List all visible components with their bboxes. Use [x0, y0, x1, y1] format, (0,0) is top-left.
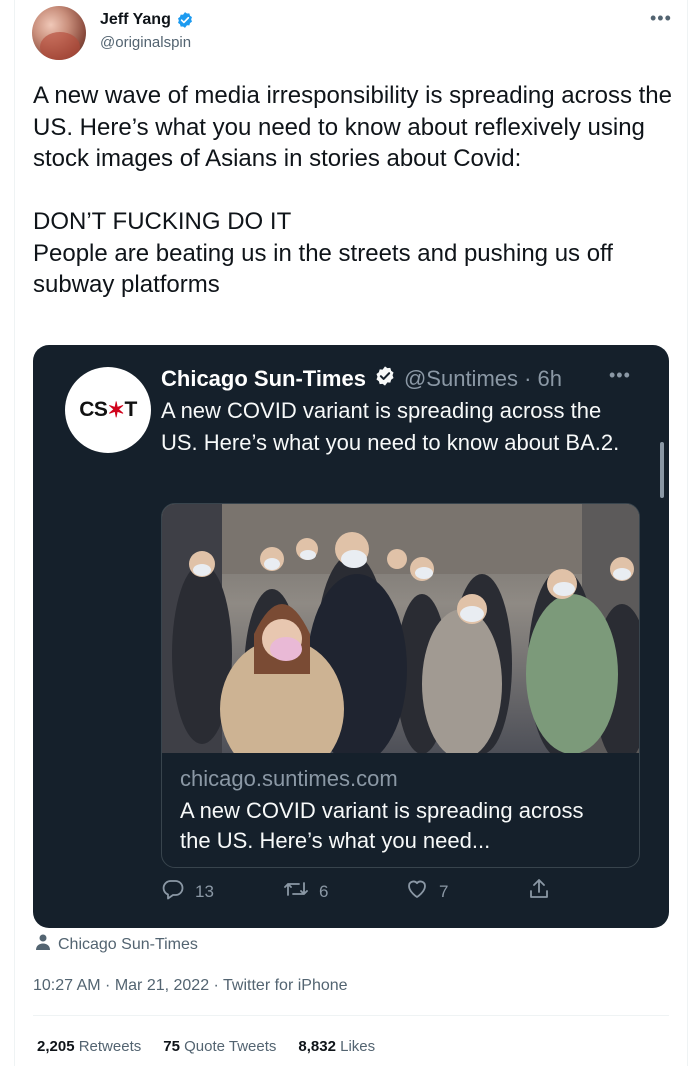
share-action	[527, 877, 551, 906]
likes-stat[interactable]: 8,832 Likes	[298, 1038, 375, 1055]
divider	[33, 1015, 669, 1016]
author-avatar[interactable]	[32, 6, 86, 60]
frame-left-border	[14, 0, 15, 1066]
tweet-line-2: DON’T FUCKING DO IT	[33, 208, 292, 235]
heart-icon	[405, 877, 429, 906]
quoted-text: A new COVID variant is spreading across …	[161, 398, 620, 455]
quoted-author-name: Chicago Sun-Times	[161, 365, 366, 391]
like-count: 7	[439, 881, 449, 901]
quoted-actions: 13 6 7	[161, 877, 561, 907]
engagement-stats: 2,205 Retweets 75 Quote Tweets 8,832 Lik…	[37, 1038, 375, 1055]
crowd-photo-illustration	[162, 504, 639, 753]
link-domain: chicago.suntimes.com	[180, 766, 398, 791]
frame-right-border	[687, 0, 688, 1066]
quoted-header: Chicago Sun-Times @Suntimes · 6h	[161, 365, 562, 392]
author-name[interactable]: Jeff Yang	[100, 11, 171, 29]
chicago-sun-times-logo: CS ✶ T	[65, 367, 151, 453]
tweet-text: A new wave of media irresponsibility is …	[33, 80, 673, 301]
author-handle[interactable]: @originalspin	[100, 34, 194, 51]
retweet-action: 6	[283, 877, 328, 906]
author-block[interactable]: Jeff Yang @originalspin	[100, 11, 194, 51]
news-photo	[162, 504, 639, 753]
reply-count: 13	[195, 881, 214, 901]
quoted-more-icon: •••	[609, 365, 631, 385]
reply-action: 13	[161, 877, 214, 906]
retweet-icon	[283, 877, 309, 906]
embedded-tweet-image[interactable]: CS ✶ T Chicago Sun-Times @Suntimes · 6h ••…	[33, 345, 669, 928]
retweet-count: 6	[319, 881, 329, 901]
scrollbar-thumb	[660, 442, 664, 498]
retweets-stat[interactable]: 2,205 Retweets	[37, 1038, 141, 1055]
verified-badge-icon	[176, 11, 194, 29]
tweet-line-3: People are beating us in the streets and…	[33, 239, 613, 299]
tweet-timestamp[interactable]: 10:27 AM · Mar 21, 2022 · Twitter for iP…	[33, 977, 348, 995]
like-action: 7	[405, 877, 448, 906]
source-label[interactable]: Chicago Sun-Times	[58, 936, 198, 954]
reply-icon	[161, 877, 185, 906]
tweet-paragraph-1: A new wave of media irresponsibility is …	[33, 82, 672, 172]
person-icon	[36, 934, 50, 955]
link-preview-card: chicago.suntimes.com A new COVID variant…	[161, 503, 640, 868]
image-source-attribution[interactable]: Chicago Sun-Times	[36, 934, 198, 955]
quoted-handle-time: @Suntimes · 6h	[403, 365, 563, 391]
link-title: A new COVID variant is spreading across …	[180, 798, 584, 853]
quote-tweets-stat[interactable]: 75 Quote Tweets	[163, 1038, 276, 1055]
author-name-row[interactable]: Jeff Yang	[100, 11, 194, 29]
share-icon	[527, 877, 551, 906]
more-options-icon[interactable]: •••	[650, 8, 672, 29]
quoted-verified-icon	[374, 365, 396, 392]
